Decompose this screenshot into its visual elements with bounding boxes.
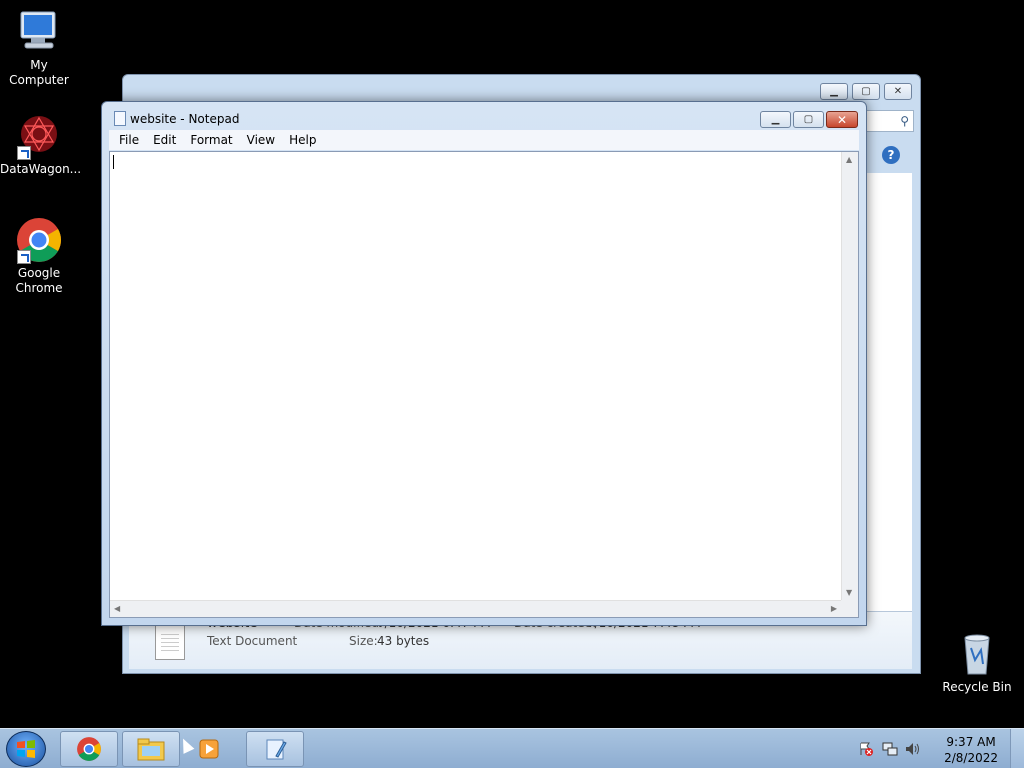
network-icon[interactable]: [882, 741, 898, 757]
scroll-up-icon[interactable]: ▲: [846, 155, 852, 164]
close-button[interactable]: ✕: [826, 111, 858, 128]
menu-help[interactable]: Help: [282, 133, 323, 147]
folder-icon: [137, 738, 165, 761]
window-title: website - Notepad: [130, 112, 240, 126]
taskbar: 9:37 AM 2/8/2022: [0, 728, 1024, 768]
recycle-bin-icon: [953, 630, 1001, 678]
scroll-left-icon[interactable]: ◀: [114, 604, 120, 613]
taskbar-notepad-button[interactable]: [246, 731, 304, 767]
datawagon-icon: [15, 112, 63, 160]
explorer-close-button[interactable]: ✕: [884, 83, 912, 100]
desktop-icon-label: Recycle Bin: [942, 680, 1012, 694]
start-button[interactable]: [6, 731, 46, 767]
desktop-icon-recycle-bin[interactable]: Recycle Bin: [938, 630, 1016, 695]
clock-time: 9:37 AM: [946, 735, 996, 749]
action-center-flag-icon[interactable]: [858, 741, 874, 757]
desktop-icon-label: DataWagon...: [0, 162, 82, 176]
desktop-icon-label: My Computer: [9, 58, 69, 87]
desktop-icon-datawagon[interactable]: DataWagon...: [0, 112, 82, 177]
explorer-caption-buttons: ▁ ▢ ✕: [820, 83, 912, 100]
desktop-icon-label: Google Chrome: [15, 266, 63, 295]
computer-icon: [15, 8, 63, 56]
menu-bar: File Edit Format View Help: [109, 130, 859, 150]
menu-view[interactable]: View: [240, 133, 282, 147]
menu-file[interactable]: File: [112, 133, 146, 147]
clock-date: 2/8/2022: [944, 751, 998, 765]
notepad-window[interactable]: website - Notepad ▁ ▢ ✕ File Edit Format…: [101, 101, 867, 626]
scroll-down-icon[interactable]: ▼: [846, 588, 852, 597]
windows-logo-icon: [17, 740, 35, 758]
system-clock[interactable]: 9:37 AM 2/8/2022: [944, 734, 998, 766]
show-desktop-button[interactable]: [1010, 729, 1024, 768]
taskbar-chrome-button[interactable]: [60, 731, 118, 767]
vertical-scrollbar[interactable]: ▲ ▼: [841, 152, 858, 600]
taskbar-explorer-button[interactable]: [122, 731, 180, 767]
chrome-icon: [77, 737, 101, 761]
help-icon[interactable]: ?: [882, 146, 900, 164]
media-player-icon[interactable]: [198, 739, 222, 759]
text-document-icon: [155, 622, 185, 660]
maximize-button[interactable]: ▢: [793, 111, 824, 128]
notepad-icon: [266, 739, 287, 760]
details-file-type: Text Document: [207, 634, 298, 648]
explorer-maximize-button[interactable]: ▢: [852, 83, 880, 100]
desktop-icon-my-computer[interactable]: My Computer: [0, 8, 78, 88]
menu-edit[interactable]: Edit: [146, 133, 183, 147]
desktop-icon-google-chrome[interactable]: Google Chrome: [0, 216, 78, 296]
text-caret: [113, 155, 114, 169]
notepad-app-icon: [114, 111, 126, 126]
search-icon: ⚲: [900, 114, 909, 128]
text-editor[interactable]: ▲ ▼ ◀ ▶: [109, 151, 859, 618]
shortcut-arrow-icon: [17, 250, 31, 264]
horizontal-scrollbar[interactable]: ◀ ▶: [110, 600, 841, 617]
explorer-minimize-button[interactable]: ▁: [820, 83, 848, 100]
shortcut-arrow-icon: [17, 146, 31, 160]
details-size: 43 bytes: [377, 634, 430, 648]
volume-icon[interactable]: [904, 741, 920, 757]
resize-grip-icon[interactable]: [841, 600, 858, 617]
scroll-right-icon[interactable]: ▶: [831, 604, 837, 613]
minimize-button[interactable]: ▁: [760, 111, 791, 128]
chrome-icon: [15, 216, 63, 264]
details-size-label: Size:: [349, 634, 378, 648]
notepad-caption-buttons: ▁ ▢ ✕: [760, 111, 858, 128]
system-tray: 9:37 AM 2/8/2022: [854, 729, 1024, 768]
menu-format[interactable]: Format: [183, 133, 239, 147]
explorer-search-box[interactable]: ⚲: [866, 110, 914, 132]
